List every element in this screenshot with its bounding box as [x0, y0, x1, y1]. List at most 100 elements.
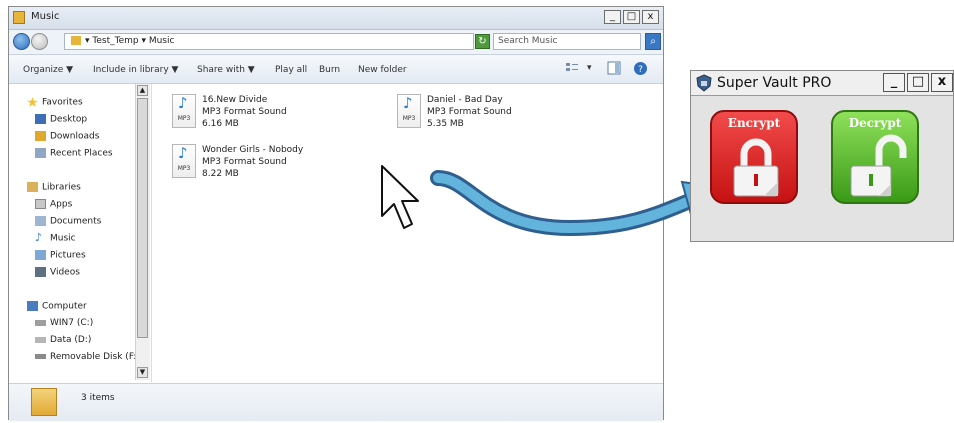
folder-icon [31, 388, 57, 416]
file-type: MP3 Format Sound [202, 157, 287, 167]
window-controls: _ □ x [604, 10, 659, 24]
search-input[interactable]: Search Music [493, 33, 641, 50]
drive-icon [35, 319, 46, 326]
refresh-button[interactable]: ↻ [475, 34, 490, 49]
mouse-cursor-icon [381, 165, 419, 229]
encrypt-button[interactable]: Encrypt [710, 110, 798, 204]
new-folder-button[interactable]: New folder [358, 65, 407, 75]
command-bar: Organize ▼ Include in library ▼ Share wi… [9, 55, 663, 84]
folder-icon [13, 11, 25, 24]
sidebar-item-favorites[interactable]: Favorites [27, 97, 83, 108]
vault-title: Super Vault PRO [717, 75, 832, 91]
removable-disk-icon [35, 354, 46, 359]
preview-pane-icon[interactable] [607, 61, 621, 75]
share-with-button[interactable]: Share with ▼ [197, 65, 255, 75]
organize-button[interactable]: Organize ▼ [23, 65, 73, 75]
play-all-button[interactable]: Play all [275, 65, 307, 75]
libraries-icon [27, 182, 38, 192]
scroll-down-arrow[interactable]: ▼ [137, 367, 148, 378]
sidebar-item-data[interactable]: Data (D:) [35, 335, 91, 345]
documents-icon [35, 216, 46, 226]
mp3-file-icon: ♪ MP3 [397, 94, 421, 128]
burn-button[interactable]: Burn [319, 65, 340, 75]
curved-arrow-icon [430, 170, 729, 237]
scroll-up-arrow[interactable]: ▲ [137, 85, 148, 96]
sidebar-item-label: Favorites [42, 97, 83, 108]
sidebar-item-label: Recent Places [50, 148, 113, 159]
super-vault-window: Super Vault PRO _ □ x Encrypt Decrypt [690, 70, 954, 242]
vault-maximize-button[interactable]: □ [907, 73, 929, 92]
minimize-button[interactable]: _ [604, 10, 621, 24]
sidebar-item-computer[interactable]: Computer [27, 301, 87, 312]
maximize-button[interactable]: □ [623, 10, 640, 24]
item-count: 3 items [81, 393, 115, 403]
computer-icon [27, 301, 38, 311]
closed-lock-icon [733, 138, 779, 197]
sidebar-item-label: Desktop [50, 114, 88, 125]
star-icon [27, 97, 38, 107]
explorer-titlebar[interactable]: Music _ □ x [9, 7, 663, 30]
sidebar-item-downloads[interactable]: Downloads [35, 131, 99, 142]
search-icon[interactable]: ⌕ [645, 33, 661, 50]
sidebar-item-libraries[interactable]: Libraries [27, 182, 81, 193]
sidebar-item-music[interactable]: ♪ Music [35, 231, 76, 244]
file-size: 8.22 MB [202, 169, 239, 179]
mp3-file-icon: ♪ MP3 [172, 144, 196, 178]
sidebar-item-label: Pictures [50, 250, 86, 261]
folder-icon [71, 36, 81, 45]
decrypt-button[interactable]: Decrypt [831, 110, 919, 204]
sidebar-item-removable-disk[interactable]: Removable Disk (F: [35, 352, 136, 362]
sidebar-item-label: Apps [50, 199, 73, 210]
sidebar-item-label: Libraries [42, 182, 81, 193]
vault-minimize-button[interactable]: _ [883, 73, 905, 92]
close-button[interactable]: x [642, 10, 659, 24]
back-button[interactable] [13, 33, 30, 50]
svg-text:?: ? [638, 65, 643, 75]
sidebar-item-label: Videos [50, 267, 80, 278]
file-name: 16.New Divide [202, 95, 268, 105]
forward-button[interactable] [31, 33, 48, 50]
sidebar-item-label: Computer [42, 301, 87, 312]
sidebar-item-label: Documents [50, 216, 102, 227]
sidebar-item-label: Removable Disk (F: [50, 352, 137, 362]
sidebar-item-label: WIN7 (C:) [50, 318, 94, 328]
file-name: Daniel - Bad Day [427, 95, 503, 105]
sidebar-item-pictures[interactable]: Pictures [35, 250, 86, 261]
downloads-icon [35, 131, 46, 141]
file-name: Wonder Girls - Nobody [202, 145, 304, 155]
sidebar-item-videos[interactable]: Videos [35, 267, 80, 278]
pictures-icon [35, 250, 46, 260]
help-icon[interactable]: ? [633, 61, 648, 76]
vault-close-button[interactable]: x [931, 73, 953, 92]
sidebar-item-label: Downloads [50, 131, 100, 142]
apps-icon [35, 199, 46, 209]
sidebar-item-documents[interactable]: Documents [35, 216, 101, 227]
breadcrumb[interactable]: ▾ Test_Temp ▾ Music [64, 33, 474, 50]
file-size: 6.16 MB [202, 119, 239, 129]
encrypt-label: Encrypt [727, 116, 781, 130]
scroll-thumb[interactable] [137, 98, 148, 338]
sidebar-item-win7[interactable]: WIN7 (C:) [35, 318, 93, 328]
open-lock-icon [850, 134, 907, 197]
details-pane: 3 items [9, 383, 663, 421]
music-icon: ♪ [35, 231, 43, 244]
include-in-library-button[interactable]: Include in library ▼ [93, 65, 178, 75]
recent-places-icon [35, 148, 46, 158]
view-dropdown-icon[interactable]: ▾ [587, 63, 592, 73]
sidebar-scrollbar[interactable]: ▲ ▼ [135, 84, 150, 380]
mp3-file-icon: ♪ MP3 [172, 94, 196, 128]
sidebar-item-desktop[interactable]: Desktop [35, 114, 87, 125]
sidebar-item-recent-places[interactable]: Recent Places [35, 148, 113, 159]
vault-titlebar[interactable]: Super Vault PRO _ □ x [691, 71, 953, 96]
desktop-icon [35, 114, 46, 124]
sidebar-item-apps[interactable]: Apps [35, 199, 72, 210]
sidebar-item-label: Music [50, 233, 76, 244]
vault-logo-icon [696, 74, 712, 92]
vault-window-controls: _ □ x [883, 73, 953, 92]
view-options-icon[interactable] [565, 61, 579, 75]
navigation-pane: Favorites Desktop Downloads Recent Place… [9, 84, 152, 382]
sidebar-item-label: Data (D:) [50, 335, 92, 345]
breadcrumb-path: ▾ Test_Temp ▾ Music [85, 36, 175, 46]
explorer-title: Music [31, 11, 60, 22]
decrypt-label: Decrypt [848, 116, 902, 130]
